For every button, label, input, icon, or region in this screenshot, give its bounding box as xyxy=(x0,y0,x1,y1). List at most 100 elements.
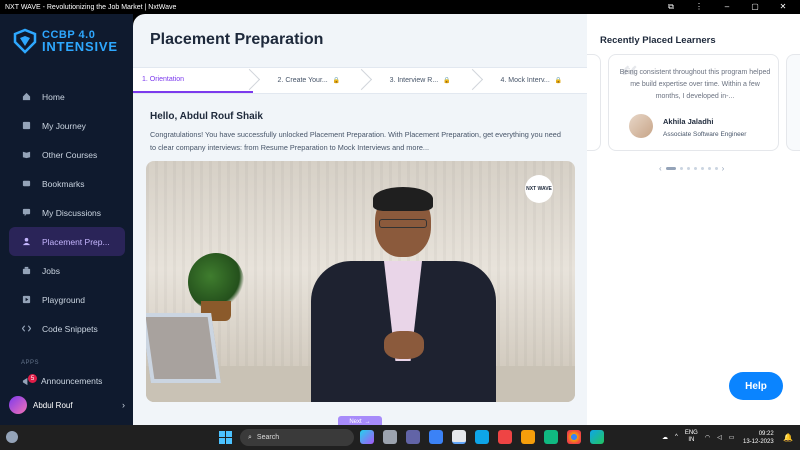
window-more-icon[interactable]: ⋮ xyxy=(692,2,706,12)
sidebar-item-label: Code Snippets xyxy=(42,323,98,334)
task-view-icon[interactable] xyxy=(383,430,397,444)
book-icon xyxy=(22,151,31,159)
tab-mock-interv[interactable]: 4. Mock Interv... 🔒 xyxy=(476,68,587,93)
window-minimize-icon[interactable]: – xyxy=(720,2,734,12)
tab-interview-r[interactable]: 3. Interview R... 🔒 xyxy=(365,68,476,93)
panel-title: Recently Placed Learners xyxy=(600,35,716,46)
avatar xyxy=(629,114,653,138)
folder-icon[interactable] xyxy=(521,430,535,444)
tab-label: 4. Mock Interv... xyxy=(500,77,550,84)
apps-section-label: APPS xyxy=(21,360,40,366)
sidebar-item-label: Placement Prep... xyxy=(42,236,110,247)
sidebar-item-my-journey[interactable]: My Journey xyxy=(9,111,125,140)
window-maximize-icon[interactable]: ▢ xyxy=(748,2,762,12)
brand-mark-icon xyxy=(12,28,38,54)
step-tabs: 1. Orientation 2. Create Your... 🔒 3. In… xyxy=(133,67,587,94)
tab-label: 3. Interview R... xyxy=(389,77,439,84)
intro-description: Congratulations! You have successfully u… xyxy=(150,130,561,152)
sidebar-item-label: My Journey xyxy=(42,120,86,131)
chrome-icon[interactable] xyxy=(567,430,581,444)
brand-logo[interactable]: CCBP 4.0 INTENSIVE xyxy=(12,28,118,54)
clock-date: 13-12-2023 xyxy=(743,439,774,445)
pager-dot[interactable] xyxy=(707,167,711,170)
pager-dot[interactable] xyxy=(714,167,718,170)
placement-icon xyxy=(22,237,31,246)
learner-name: Akhila Jaladhi xyxy=(663,117,714,126)
window-title-bar: NXT WAVE - Revolutionizing the Job Marke… xyxy=(0,0,800,14)
window-title: NXT WAVE - Revolutionizing the Job Marke… xyxy=(5,3,177,11)
code-icon xyxy=(22,325,31,332)
copilot-icon[interactable] xyxy=(360,430,374,444)
sidebar-item-placement-prep[interactable]: Placement Prep... xyxy=(9,227,125,256)
sidebar: CCBP 4.0 INTENSIVE Home My Journey Other… xyxy=(0,14,133,425)
store-icon[interactable] xyxy=(544,430,558,444)
taskbar-search[interactable]: ⌕ Search xyxy=(240,429,354,446)
brand-line2: INTENSIVE xyxy=(42,39,118,54)
lock-icon: 🔒 xyxy=(554,78,563,84)
pager-dot[interactable] xyxy=(665,167,676,170)
file-explorer-icon[interactable] xyxy=(429,430,443,444)
user-profile[interactable]: Abdul Rouf › xyxy=(9,394,125,416)
pager-dot[interactable] xyxy=(686,167,690,170)
sidebar-item-code-snippets[interactable]: Code Snippets xyxy=(9,314,125,343)
video-watermark-logo: NXT WAVE xyxy=(525,175,553,203)
sidebar-nav: Home My Journey Other Courses Bookmarks … xyxy=(9,82,125,343)
system-tray: ☁ ^ ENG IN ◠ ◁ ▭ xyxy=(662,430,734,444)
sidebar-item-playground[interactable]: Playground xyxy=(9,285,125,314)
sidebar-item-label: Jobs xyxy=(42,265,60,276)
journey-icon xyxy=(22,121,31,130)
taskbar-apps xyxy=(360,430,604,444)
teams-icon[interactable] xyxy=(406,430,420,444)
testimonial-card-prev[interactable] xyxy=(587,54,601,151)
windows-start-icon[interactable] xyxy=(219,431,232,444)
greeting-heading: Hello, Abdul Rouf Shaik xyxy=(150,111,263,122)
sidebar-item-label: Other Courses xyxy=(42,149,98,160)
youtube-icon[interactable] xyxy=(498,430,512,444)
tab-orientation[interactable]: 1. Orientation xyxy=(133,68,254,93)
sidebar-item-bookmarks[interactable]: Bookmarks xyxy=(9,169,125,198)
cloud-icon[interactable]: ☁ xyxy=(662,434,668,441)
volume-icon[interactable]: ◁ xyxy=(717,434,722,441)
sidebar-item-my-discussions[interactable]: My Discussions xyxy=(9,198,125,227)
chevron-left-icon[interactable]: ‹ xyxy=(659,164,662,173)
window-restore-icon[interactable]: ⧉ xyxy=(664,2,678,12)
testimonial-card-next[interactable] xyxy=(786,54,800,151)
orientation-video[interactable]: NXT WAVE xyxy=(146,161,575,402)
playground-icon xyxy=(22,295,31,304)
sidebar-item-announcements[interactable]: Announcements xyxy=(22,376,102,386)
sidebar-item-label: Home xyxy=(42,91,65,102)
chevron-right-icon[interactable]: › xyxy=(722,164,725,173)
user-name: Abdul Rouf xyxy=(33,400,73,410)
sidebar-item-home[interactable]: Home xyxy=(9,82,125,111)
pager-dot[interactable] xyxy=(700,167,704,170)
jobs-icon xyxy=(22,266,31,275)
search-icon: ⌕ xyxy=(248,433,252,441)
help-button[interactable]: Help xyxy=(729,372,783,400)
chevron-up-icon[interactable]: ^ xyxy=(675,434,678,440)
battery-icon[interactable]: ▭ xyxy=(729,434,735,441)
weather-icon[interactable] xyxy=(6,431,18,443)
page-title: Placement Preparation xyxy=(150,31,324,48)
window-close-icon[interactable]: ✕ xyxy=(776,2,790,12)
wifi-icon[interactable]: ◠ xyxy=(705,434,710,441)
chevron-right-icon: › xyxy=(122,400,125,410)
sidebar-item-label: My Discussions xyxy=(42,207,102,218)
pager-dot[interactable] xyxy=(679,167,683,170)
sidebar-item-other-courses[interactable]: Other Courses xyxy=(9,140,125,169)
notification-bell-icon[interactable]: 🔔 xyxy=(783,433,793,442)
testimonial-card[interactable]: “ Being consistent throughout this progr… xyxy=(608,54,779,151)
right-panel: Recently Placed Learners “ Being consist… xyxy=(587,14,800,425)
clock[interactable]: 09:22 13-12-2023 xyxy=(743,430,774,446)
nxtwave-app-icon[interactable] xyxy=(452,430,466,444)
lock-icon: 🔒 xyxy=(332,78,341,84)
search-label: Search xyxy=(256,434,280,441)
edge-icon[interactable] xyxy=(590,430,604,444)
home-icon xyxy=(22,92,31,101)
sidebar-item-jobs[interactable]: Jobs xyxy=(9,256,125,285)
language-indicator[interactable]: ENG IN xyxy=(685,430,698,444)
discussion-icon xyxy=(22,208,31,217)
tab-create-your[interactable]: 2. Create Your... 🔒 xyxy=(253,68,364,93)
carousel-pager: ‹ › xyxy=(659,164,724,173)
pager-dot[interactable] xyxy=(693,167,697,170)
vscode-icon[interactable] xyxy=(475,430,489,444)
